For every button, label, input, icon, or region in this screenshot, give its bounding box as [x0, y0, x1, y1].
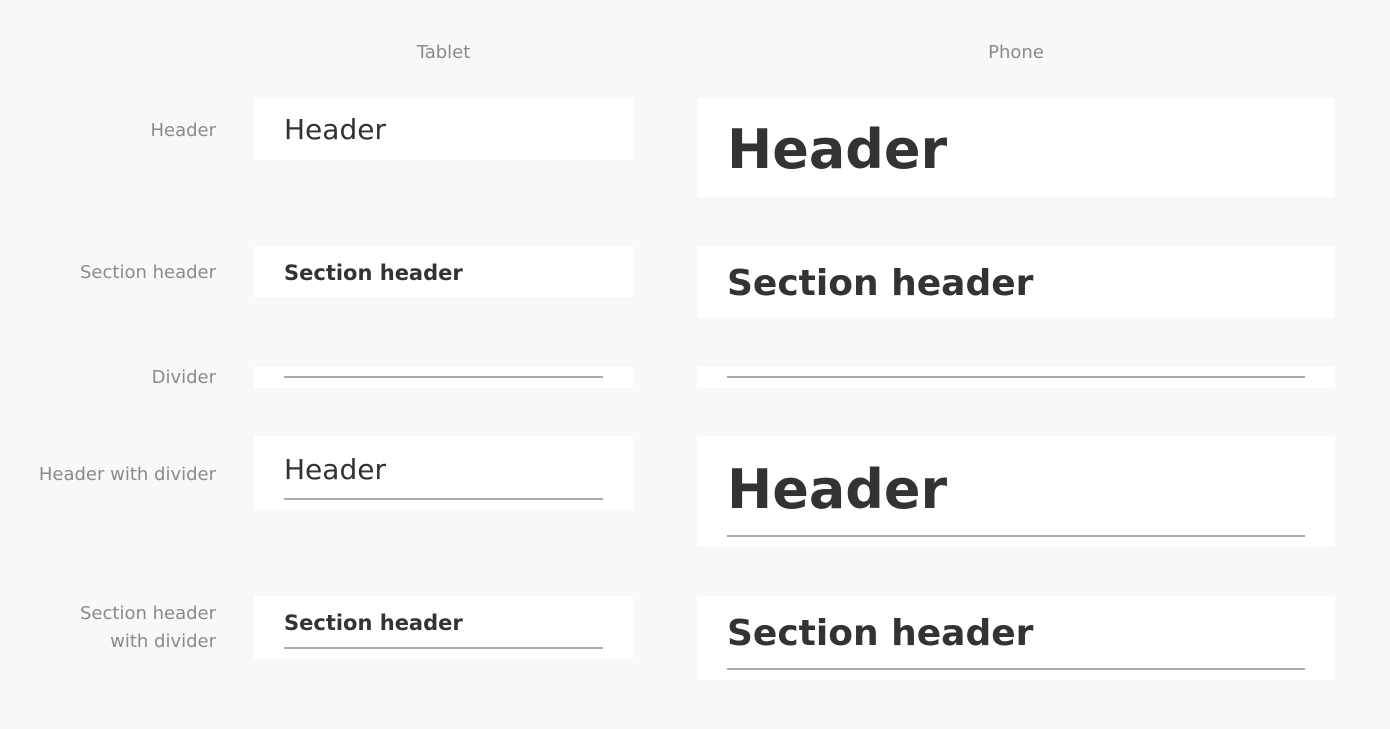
- phone-header-with-divider-card: Header: [697, 436, 1335, 547]
- tablet-header-with-divider-title: Header: [284, 453, 386, 486]
- tablet-header-card: Header: [254, 98, 633, 160]
- tablet-divider-line: [284, 376, 603, 378]
- row-label-header-with-divider: Header with divider: [38, 464, 216, 485]
- phone-header-divider-line: [727, 535, 1305, 537]
- phone-section-header-card: Section header: [697, 246, 1335, 318]
- phone-header-title: Header: [727, 118, 948, 181]
- tablet-section-header-with-divider-card: Section header: [254, 596, 633, 659]
- row-label-section-header-with-divider-line1: Section header: [79, 603, 216, 624]
- tablet-header-title: Header: [284, 113, 386, 146]
- phone-section-header-title: Section header: [727, 263, 1034, 304]
- phone-section-header-with-divider-title: Section header: [727, 613, 1034, 654]
- row-label-section-header: Section header: [79, 262, 216, 283]
- tablet-section-header-divider-line: [284, 647, 603, 649]
- phone-header-card: Header: [697, 98, 1335, 197]
- tablet-section-header-with-divider-title: Section header: [284, 611, 463, 635]
- column-heading-tablet: Tablet: [416, 42, 471, 63]
- tablet-section-header-title: Section header: [284, 261, 463, 285]
- column-heading-phone: Phone: [988, 42, 1044, 63]
- tablet-header-divider-line: [284, 498, 603, 500]
- phone-header-with-divider-title: Header: [727, 458, 948, 521]
- phone-section-header-with-divider-card: Section header: [697, 596, 1335, 680]
- row-label-divider: Divider: [151, 367, 216, 388]
- tablet-header-with-divider-card: Header: [254, 436, 633, 510]
- tablet-section-header-card: Section header: [254, 246, 633, 297]
- row-label-section-header-with-divider-line2: with divider: [110, 631, 216, 652]
- phone-divider-card: [697, 367, 1335, 388]
- tablet-divider-card: [254, 367, 633, 388]
- phone-divider-line: [727, 376, 1305, 378]
- phone-section-header-divider-line: [727, 668, 1305, 670]
- row-label-header: Header: [150, 120, 216, 141]
